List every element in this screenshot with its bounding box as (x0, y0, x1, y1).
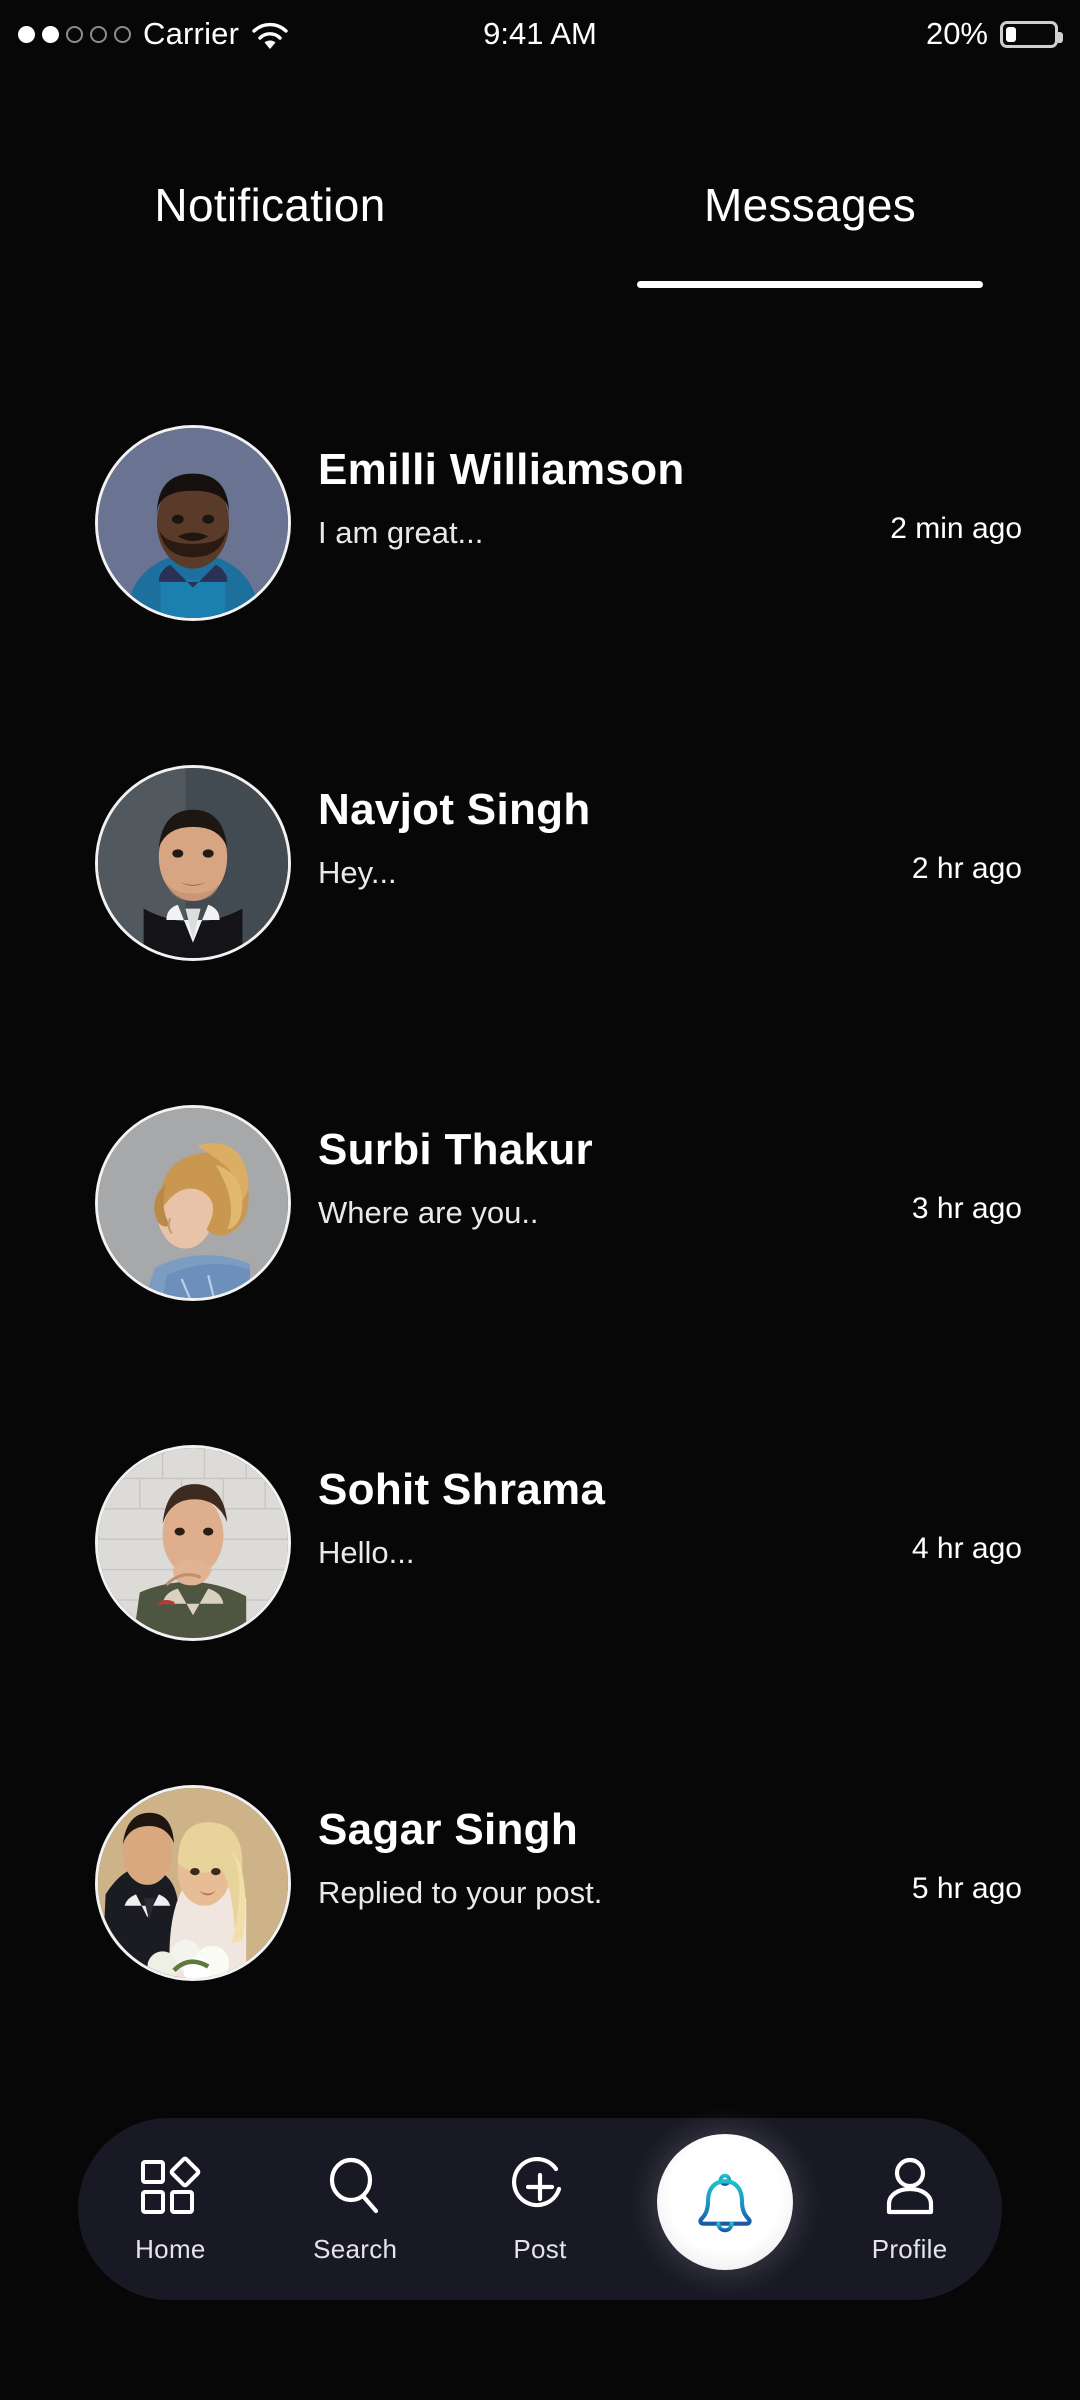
message-timestamp: 5 hr ago (911, 1872, 1022, 1905)
signal-dot-1 (18, 25, 35, 43)
status-bar-clock: 9:41 AM (483, 16, 597, 51)
battery-fill (1006, 26, 1017, 42)
nav-label-home: Home (135, 2233, 206, 2264)
message-timestamp: 2 min ago (890, 512, 1022, 545)
active-nav-bubble (656, 2134, 793, 2270)
carrier-label: Carrier (143, 16, 240, 51)
signal-dot-2 (42, 25, 59, 43)
message-snippet: Hey... (318, 855, 397, 890)
message-text-block: Surbi Thakur Where are you.. (318, 1125, 593, 1231)
message-text-block: Emilli Williamson I am great... (318, 445, 685, 551)
message-sender-name: Sohit Shrama (318, 1465, 606, 1514)
app-screen: Carrier 9:41 AM 20% Notification Message… (0, 0, 1080, 2400)
person-icon (877, 2154, 943, 2220)
message-text-block: Sohit Shrama Hello... (318, 1465, 605, 1571)
bottom-navigation-bar: Home Search Post Profile (78, 2118, 1002, 2300)
message-sender-name: Navjot Singh (318, 785, 591, 834)
message-text-block: Navjot Singh Hey... (318, 785, 591, 891)
tab-messages-label: Messages (703, 179, 917, 231)
nav-item-search[interactable]: Search (263, 2118, 448, 2300)
message-row[interactable]: Sagar Singh Replied to your post. 5 hr a… (0, 1780, 1080, 2120)
message-snippet: Hello... (318, 1535, 415, 1570)
nav-label-profile: Profile (871, 2233, 948, 2264)
wifi-icon (251, 21, 288, 49)
status-bar-right: 20% (925, 16, 1063, 52)
nav-label-search: Search (313, 2233, 398, 2264)
signal-dot-3 (66, 25, 83, 43)
message-timestamp: 2 hr ago (911, 852, 1022, 885)
avatar[interactable] (95, 425, 291, 621)
message-timestamp: 3 hr ago (911, 1192, 1022, 1225)
message-sender-name: Surbi Thakur (318, 1125, 593, 1174)
search-icon (322, 2154, 388, 2220)
bell-icon (692, 2169, 758, 2235)
message-row[interactable]: Emilli Williamson I am great... 2 min ag… (0, 420, 1080, 760)
status-bar-left: Carrier (18, 16, 288, 52)
message-row[interactable]: Surbi Thakur Where are you.. 3 hr ago (0, 1100, 1080, 1440)
signal-strength-dots (18, 25, 131, 43)
message-list: Emilli Williamson I am great... 2 min ag… (0, 420, 1080, 2120)
tab-notification-label: Notification (154, 179, 386, 231)
message-snippet: Where are you.. (318, 1195, 539, 1230)
active-tab-indicator (637, 281, 983, 288)
avatar[interactable] (95, 1105, 291, 1301)
message-snippet: I am great... (318, 515, 484, 550)
avatar[interactable] (95, 1785, 291, 1981)
message-sender-name: Emilli Williamson (318, 445, 685, 494)
tab-messages[interactable]: Messages (540, 178, 1080, 288)
signal-dot-4 (90, 25, 107, 43)
avatar[interactable] (95, 765, 291, 961)
message-timestamp: 4 hr ago (911, 1532, 1022, 1565)
avatar[interactable] (95, 1445, 291, 1641)
message-text-block: Sagar Singh Replied to your post. (318, 1805, 602, 1911)
message-row[interactable]: Navjot Singh Hey... 2 hr ago (0, 760, 1080, 1100)
nav-item-notifications[interactable] (632, 2118, 817, 2300)
message-sender-name: Sagar Singh (318, 1805, 579, 1854)
tab-notification[interactable]: Notification (0, 178, 540, 288)
grid-diamond-icon (137, 2154, 203, 2220)
nav-item-home[interactable]: Home (78, 2118, 263, 2300)
signal-dot-5 (114, 25, 131, 43)
message-row[interactable]: Sohit Shrama Hello... 4 hr ago (0, 1440, 1080, 1780)
nav-label-post: Post (513, 2233, 567, 2264)
battery-percentage: 20% (925, 16, 988, 51)
nav-item-profile[interactable]: Profile (817, 2118, 1002, 2300)
tab-bar: Notification Messages (0, 178, 1080, 288)
status-bar: Carrier 9:41 AM 20% (0, 0, 1080, 68)
plus-circle-icon (507, 2154, 573, 2220)
message-snippet: Replied to your post. (318, 1875, 603, 1910)
nav-item-post[interactable]: Post (448, 2118, 633, 2300)
battery-icon (1000, 20, 1063, 48)
